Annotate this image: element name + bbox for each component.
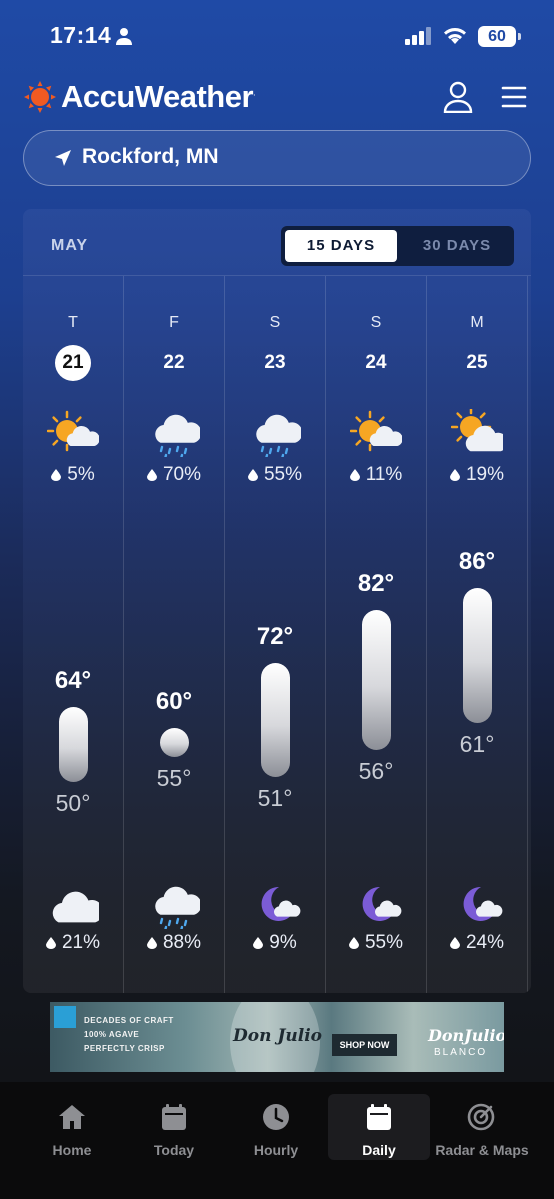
moon-cloud-icon [451,881,503,927]
day-date: 24 [365,352,387,373]
rain-drop-icon [45,937,56,949]
location-name: Rockford, MN [82,145,219,168]
night-precip-chance: 55% [326,932,426,954]
calendar-icon [162,1104,186,1130]
radar-icon [467,1103,495,1131]
ad-choices-icon[interactable] [54,1006,76,1028]
day-precip-chance: 11% [326,464,426,486]
high-temp: 86° [458,548,496,575]
high-temp: 60° [155,688,193,716]
nav-tab-daily[interactable]: Daily [328,1094,430,1160]
night-precip-chance: 21% [23,932,123,954]
nav-tab-today[interactable]: Today [123,1094,225,1160]
day-date: 23 [264,352,286,373]
wifi-icon [444,28,466,44]
accuweather-sun-logo-icon [24,81,56,113]
bottom-navigation: Home Today Hourly Daily Radar & Maps [0,1082,554,1199]
low-temp: 55° [156,765,192,792]
day-column[interactable]: M 25 19% 86° 61° 24% [427,276,528,993]
day-column[interactable]: S 23 55% 72° 51° 9% [225,276,326,993]
day-of-week: F [169,314,179,331]
partly-sunny-icon [46,409,100,457]
temp-range-bar [463,588,492,723]
night-precip-chance: 88% [124,932,224,954]
high-temp: 82° [357,569,395,597]
day-precip-chance: 55% [225,464,325,486]
low-temp: 51° [257,784,293,811]
rain-cloud-icon [148,409,202,461]
day-of-week: T [68,314,78,331]
day-of-week: S [269,314,281,331]
day-column[interactable]: F 22 70% 60° 55° 88% [124,276,225,993]
ad-shop-now-button[interactable]: SHOP NOW [332,1034,397,1056]
low-temp: 50° [55,790,91,816]
nav-tab-home[interactable]: Home [21,1094,123,1160]
day-date: 25 [466,352,488,373]
temp-range-bar [59,706,88,782]
day-column[interactable]: S 24 11% 82° 56° 55% [326,276,427,993]
mostly-cloudy-sun-icon [450,406,508,457]
nav-tab-radar-maps[interactable]: Radar & Maps [430,1094,534,1160]
day-date: 22 [163,352,185,373]
temp-range-bar [160,728,189,758]
month-label: MAY [51,237,89,254]
day-precip-chance: 19% [427,464,527,486]
day-of-week: M [470,314,484,331]
day-precip-chance: 70% [124,464,224,486]
night-precip-chance: 24% [427,932,527,954]
rain-drop-icon [348,937,359,949]
rain-drop-icon [253,937,264,949]
calendar-icon [367,1104,391,1130]
daily-forecast-card: MAY 15 DAYS 30 DAYS T 21 5% 64° 50° 21% F 22 70%… [23,209,531,993]
low-temp: 56° [358,757,394,784]
temp-range-bar [261,663,290,777]
partly-sunny-icon [349,409,403,457]
account-icon[interactable] [443,81,473,113]
location-arrow-icon [55,150,71,166]
brand-logo-text: AccuWeather. [61,79,256,114]
location-search-button[interactable]: Rockford, MN [23,130,531,186]
app-header: AccuWeather. [0,75,554,125]
day-precip-chance: 5% [23,464,123,486]
day-date: 21 [55,345,91,381]
day-of-week: S [370,314,382,331]
ad-brand-subtitle: BLANCO [434,1047,488,1058]
ad-brand-secondary: DonJulio [428,1026,504,1045]
rain-cloud-icon [148,881,202,933]
status-bar: 17:14 60 [0,0,554,70]
rain-drop-icon [449,937,460,949]
moon-cloud-icon [350,881,402,927]
rain-drop-icon [247,469,258,481]
person-icon [116,28,132,45]
temp-range-bar [362,609,391,750]
tab-15-days[interactable]: 15 DAYS [285,230,397,262]
rain-drop-icon [349,469,360,481]
forecast-card-header: MAY 15 DAYS 30 DAYS [23,209,531,276]
rain-drop-icon [51,469,62,481]
rain-drop-icon [449,469,460,481]
status-time: 17:14 [50,22,112,48]
day-column[interactable]: T 21 5% 64° 50° 21% [23,276,124,993]
home-icon [59,1105,85,1129]
clock-icon [263,1104,289,1130]
rain-drop-icon [146,937,157,949]
low-temp: 61° [459,730,495,757]
menu-icon[interactable] [501,85,527,109]
advertisement-banner[interactable]: DECADES OF CRAFT 100% AGAVE PERFECTLY CR… [50,1002,504,1072]
range-toggle: 15 DAYS 30 DAYS [281,226,514,266]
signal-icon [405,27,431,45]
moon-cloud-icon [249,881,301,927]
high-temp: 64° [54,666,92,694]
battery-indicator: 60 [478,26,521,47]
rain-cloud-icon [249,409,303,461]
high-temp: 72° [256,623,294,651]
cloudy-icon [47,881,104,927]
tab-30-days[interactable]: 30 DAYS [403,230,511,262]
nav-tab-hourly[interactable]: Hourly [225,1094,327,1160]
night-precip-chance: 9% [225,932,325,954]
ad-tagline: DECADES OF CRAFT 100% AGAVE PERFECTLY CR… [84,1016,174,1053]
ad-brand: Don Julio [233,1026,323,1046]
rain-drop-icon [146,469,157,481]
